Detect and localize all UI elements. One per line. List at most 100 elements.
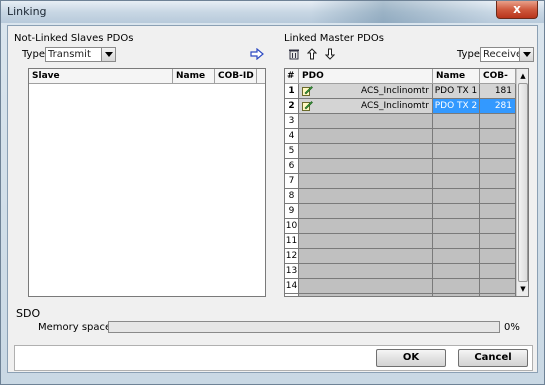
- row-number: 10: [285, 219, 299, 234]
- arrow-up-icon[interactable]: [304, 47, 320, 63]
- row-name-cell[interactable]: [433, 204, 480, 219]
- row-pdo-cell[interactable]: [299, 189, 433, 204]
- row-name-cell[interactable]: [433, 279, 480, 294]
- row-cob-id-cell[interactable]: [480, 129, 516, 144]
- title-bar-glass: [311, 1, 491, 23]
- row-pdo-cell[interactable]: [299, 204, 433, 219]
- row-number: 8: [285, 189, 299, 204]
- row-name-cell[interactable]: [433, 294, 480, 296]
- cancel-button[interactable]: Cancel: [458, 349, 528, 367]
- left-grid-header: Slave Name COB-ID: [29, 69, 265, 84]
- chevron-down-icon[interactable]: [101, 48, 115, 61]
- row-pdo-cell[interactable]: [299, 249, 433, 264]
- row-name-cell[interactable]: [433, 234, 480, 249]
- row-cob-id-cell[interactable]: [480, 294, 516, 296]
- row-name-cell[interactable]: [433, 174, 480, 189]
- linked-master-pdo-grid[interactable]: # PDO Name COB-ID 1 ACS_Inclinomtr PDO TX …: [284, 68, 529, 297]
- row-cob-id-cell[interactable]: [480, 189, 516, 204]
- table-row[interactable]: 11: [285, 234, 516, 249]
- ok-button[interactable]: OK: [376, 349, 446, 367]
- col-name[interactable]: Name: [433, 69, 480, 83]
- row-name-cell[interactable]: [433, 189, 480, 204]
- button-bar: OK Cancel: [14, 345, 533, 371]
- table-row[interactable]: 5: [285, 144, 516, 159]
- right-type-select[interactable]: Receive: [480, 47, 534, 62]
- row-pdo-cell[interactable]: [299, 174, 433, 189]
- row-cob-id-cell[interactable]: [480, 114, 516, 129]
- row-pdo-cell[interactable]: [299, 114, 433, 129]
- row-name-cell[interactable]: [433, 129, 480, 144]
- row-number: 1: [285, 84, 299, 99]
- row-name-cell[interactable]: [433, 144, 480, 159]
- row-name-cell[interactable]: [433, 249, 480, 264]
- row-name-cell[interactable]: PDO TX 2: [433, 99, 480, 114]
- col-number[interactable]: #: [285, 69, 299, 83]
- row-pdo-cell[interactable]: [299, 279, 433, 294]
- row-cob-id-cell[interactable]: [480, 219, 516, 234]
- row-pdo-cell[interactable]: [299, 264, 433, 279]
- row-name-cell[interactable]: [433, 159, 480, 174]
- row-pdo-cell[interactable]: [299, 219, 433, 234]
- row-cob-id-cell[interactable]: [480, 279, 516, 294]
- table-row[interactable]: 12: [285, 249, 516, 264]
- row-pdo-cell[interactable]: [299, 144, 433, 159]
- arrow-right-icon[interactable]: [249, 47, 265, 63]
- memory-space-percent: 0%: [504, 322, 520, 333]
- table-row[interactable]: 14: [285, 279, 516, 294]
- vertical-scrollbar[interactable]: ▲ ▼: [516, 69, 528, 296]
- row-pdo-cell[interactable]: ACS_Inclinomtr: [299, 84, 433, 99]
- row-pdo-cell[interactable]: [299, 294, 433, 296]
- table-row[interactable]: 7: [285, 174, 516, 189]
- row-cob-id-cell[interactable]: [480, 249, 516, 264]
- row-number: 9: [285, 204, 299, 219]
- chevron-down-icon[interactable]: [519, 48, 533, 61]
- table-row[interactable]: 6: [285, 159, 516, 174]
- row-cob-id-cell[interactable]: [480, 264, 516, 279]
- row-name-cell[interactable]: [433, 114, 480, 129]
- table-row[interactable]: 9: [285, 204, 516, 219]
- row-number: 14: [285, 279, 299, 294]
- row-cob-id-cell[interactable]: [480, 174, 516, 189]
- row-cob-id-cell[interactable]: [480, 204, 516, 219]
- row-cob-id-cell[interactable]: 281: [480, 99, 516, 114]
- table-row[interactable]: 2 ACS_Inclinomtr PDO TX 2 281: [285, 99, 516, 114]
- title-bar[interactable]: Linking x: [1, 1, 544, 23]
- row-cob-id-cell[interactable]: [480, 234, 516, 249]
- not-linked-pdo-grid[interactable]: Slave Name COB-ID: [28, 68, 266, 297]
- table-row[interactable]: 3: [285, 114, 516, 129]
- memory-space-progress: [108, 321, 500, 333]
- row-cob-id-cell[interactable]: 181: [480, 84, 516, 99]
- col-slave[interactable]: Slave: [29, 69, 173, 83]
- row-name-cell[interactable]: [433, 219, 480, 234]
- arrow-down-icon[interactable]: [322, 47, 338, 63]
- table-row[interactable]: 8: [285, 189, 516, 204]
- row-cob-id-cell[interactable]: [480, 159, 516, 174]
- scroll-up-icon[interactable]: ▲: [517, 69, 528, 83]
- scroll-thumb[interactable]: [518, 83, 528, 282]
- col-name[interactable]: Name: [173, 69, 215, 83]
- table-row[interactable]: 15: [285, 294, 516, 296]
- row-cob-id-cell[interactable]: [480, 144, 516, 159]
- row-pdo-cell[interactable]: ACS_Inclinomtr: [299, 99, 433, 114]
- trash-icon[interactable]: [286, 47, 302, 63]
- close-button[interactable]: x: [496, 1, 538, 19]
- linking-window: Linking x Not-Linked Slaves PDOs Type Tr…: [0, 0, 545, 385]
- table-row[interactable]: 13: [285, 264, 516, 279]
- table-row[interactable]: 4: [285, 129, 516, 144]
- col-cob-id[interactable]: COB-ID: [480, 69, 516, 95]
- row-number: 3: [285, 114, 299, 129]
- row-name-cell[interactable]: [433, 264, 480, 279]
- left-type-label: Type: [22, 49, 45, 60]
- edit-document-icon: [302, 86, 313, 96]
- col-pdo[interactable]: PDO: [299, 69, 433, 83]
- scroll-down-icon[interactable]: ▼: [517, 282, 528, 296]
- table-row[interactable]: 1 ACS_Inclinomtr PDO TX 1 181: [285, 84, 516, 99]
- left-type-select[interactable]: Transmit: [45, 47, 116, 62]
- col-cob-id[interactable]: COB-ID: [215, 69, 257, 83]
- row-name-cell[interactable]: PDO TX 1: [433, 84, 480, 99]
- table-row[interactable]: 10: [285, 219, 516, 234]
- row-number: 7: [285, 174, 299, 189]
- row-pdo-cell[interactable]: [299, 159, 433, 174]
- row-pdo-cell[interactable]: [299, 234, 433, 249]
- row-pdo-cell[interactable]: [299, 129, 433, 144]
